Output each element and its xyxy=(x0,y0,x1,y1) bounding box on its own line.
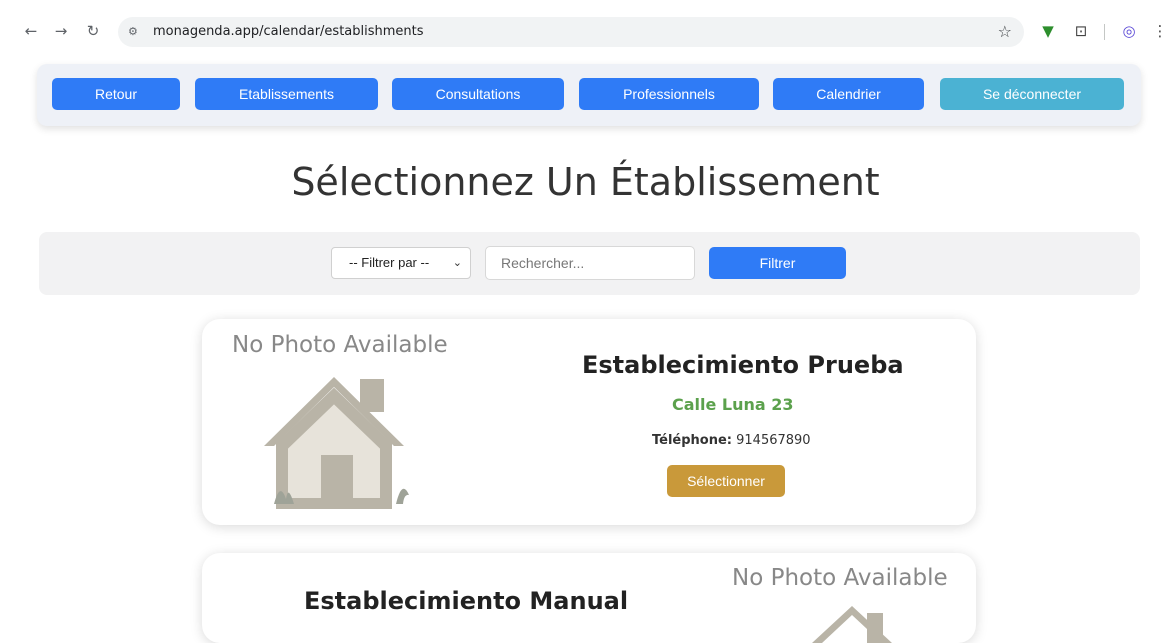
url-text: monagenda.app/calendar/establishments xyxy=(153,24,424,39)
phone-value: 914567890 xyxy=(736,433,811,448)
search-input[interactable]: Rechercher... xyxy=(485,246,695,280)
back-icon[interactable]: ← xyxy=(20,20,42,42)
menu-icon[interactable]: ⋮ xyxy=(1150,20,1170,42)
profile-icon[interactable]: ◎ xyxy=(1119,20,1139,42)
no-photo-caption: No Photo Available xyxy=(232,332,448,358)
site-info-icon[interactable]: ⚙ xyxy=(128,24,144,40)
forward-icon[interactable]: → xyxy=(50,20,72,42)
download-icon[interactable]: ▼ xyxy=(1038,20,1058,42)
extensions-icon[interactable]: ⊡ xyxy=(1071,20,1091,42)
establishment-name: Establecimiento Manual xyxy=(304,587,629,615)
back-button[interactable]: Retour xyxy=(52,78,180,110)
chevron-down-icon: ⌄ xyxy=(452,257,462,269)
establishment-address: Calle Luna 23 xyxy=(672,395,794,414)
page-title: Sélectionnez Un Établissement xyxy=(291,160,880,204)
establishment-card: Establecimiento Manual No Photo Availabl… xyxy=(202,553,976,643)
app-navigation: Retour Etablissements Consultations Prof… xyxy=(37,64,1141,126)
house-placeholder-icon xyxy=(812,606,892,643)
calendar-button[interactable]: Calendrier xyxy=(773,78,924,110)
establishment-name: Establecimiento Prueba xyxy=(582,351,904,379)
star-icon[interactable]: ☆ xyxy=(998,22,1012,41)
logout-button[interactable]: Se déconnecter xyxy=(940,78,1124,110)
filter-select[interactable]: -- Filtrer par -- ⌄ xyxy=(331,247,471,279)
no-photo-caption: No Photo Available xyxy=(732,565,948,591)
toolbar-separator xyxy=(1104,24,1105,40)
phone-label: Téléphone: xyxy=(652,433,732,448)
establishment-phone: Téléphone: 914567890 xyxy=(652,433,811,448)
filter-bar: -- Filtrer par -- ⌄ Rechercher... Filtre… xyxy=(39,232,1140,295)
browser-toolbar: ← → ↻ ⚙ monagenda.app/calendar/establish… xyxy=(0,0,1171,62)
filter-button[interactable]: Filtrer xyxy=(709,247,846,279)
establishment-card: No Photo Available Establecimiento Prueb… xyxy=(202,319,976,525)
consultations-button[interactable]: Consultations xyxy=(392,78,564,110)
house-placeholder-icon xyxy=(264,377,409,509)
select-establishment-button[interactable]: Sélectionner xyxy=(667,465,785,497)
filter-select-value: -- Filtrer par -- xyxy=(349,255,430,270)
professionals-button[interactable]: Professionnels xyxy=(579,78,759,110)
reload-icon[interactable]: ↻ xyxy=(82,20,104,42)
address-bar[interactable]: ⚙ monagenda.app/calendar/establishments … xyxy=(118,17,1024,47)
establishments-button[interactable]: Etablissements xyxy=(195,78,378,110)
